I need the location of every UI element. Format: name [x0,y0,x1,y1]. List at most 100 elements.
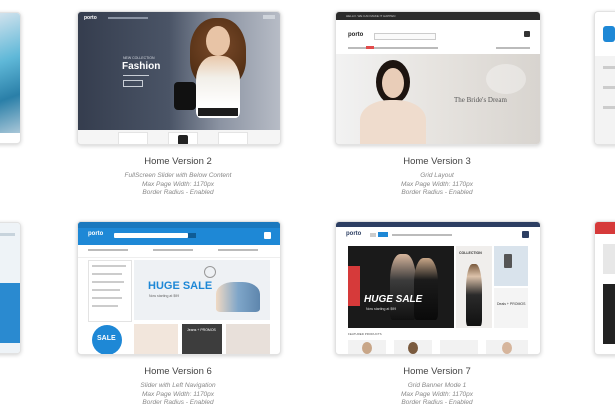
preview-thumb [218,132,248,144]
preview-headline: HUGE SALE [364,294,423,305]
preview-phone-icon [504,254,512,268]
preview-headline: The Bride's Dream [454,96,507,104]
preview-underline [123,75,149,76]
preview-menu-right [496,47,530,49]
card-description: FullScreen Slider with Below Content [124,172,232,179]
preview-product [440,340,478,354]
partial-card-left-top[interactable] [0,12,21,144]
preview-badge-text: SALE [97,335,116,342]
preview-hero: porto NEW COLLECTION Fashion [78,12,280,130]
preview-headline: HUGE SALE [148,280,213,292]
preview-model-belt [198,108,238,116]
preview-model-shoulders [360,100,426,144]
preview-banner [134,324,178,354]
preview-hero: The Bride's Dream [336,54,540,144]
preview-header: porto [336,20,540,54]
card-border-radius: Border Radius - Enabled [142,189,214,196]
preview-cart-icon [522,231,529,238]
preview-banner [226,324,270,354]
preview-collection-text: COLLECTION [459,251,482,255]
preview-stripe [348,266,360,306]
preview-topbar-text: HELLO. WE CAN MAKE IT HAPPEN [346,14,396,18]
card-border-radius: Border Radius - Enabled [142,399,214,406]
preview-cart-icon [263,15,275,19]
preview-product [394,340,432,354]
card-max-width: Max Page Width: 1170px [400,180,474,188]
preview-model-face [382,68,404,98]
preview-banner-text: Jeans + PROMOS [187,328,216,332]
preview-main-banner: HUGE SALE Now starting at $99 [348,246,454,328]
preview-menu-accent [366,46,374,49]
preview-model [466,264,482,326]
home-version-2-card[interactable]: porto NEW COLLECTION Fashion [77,11,281,145]
preview-hero: HUGE SALE Now starting at $99 [134,260,270,320]
partial-preview-body [595,234,615,354]
preview-thumb [168,132,198,144]
home-version-7-card[interactable]: porto HUGE SALE Now starting at $99 COLL… [335,221,541,355]
preview-sub: Now starting at $99 [149,294,180,298]
preview-logo: porto [84,15,97,21]
preview-model [216,282,260,312]
partial-card-right-bottom[interactable] [594,221,615,355]
preview-collection-banner: COLLECTION [456,246,492,328]
preview-thumb [118,132,148,144]
preview-search [374,33,436,40]
preview-topbar: HELLO. WE CAN MAKE IT HAPPEN [336,12,540,20]
preview-cta [123,80,143,87]
partial-preview-body [595,56,615,144]
preview-sale-badge: SALE [92,325,122,354]
card-title[interactable]: Home Version 2 [76,156,280,167]
card-description: Grid Layout [420,172,454,179]
preview-menu-accent [378,232,388,237]
preview-search [114,233,188,238]
preview-menu [348,47,438,49]
preview-logo: porto [88,231,104,237]
preview-cart-icon [524,31,530,37]
preview-eyebrow: NEW COLLECTION [123,56,155,60]
preview-search [370,233,376,237]
preview-model-face [206,26,230,56]
preview-topbar [336,222,540,227]
preview-featured-section: FEATURED PRODUCTS [336,330,540,354]
preview-feature-strip [78,245,280,258]
card-max-width: Max Page Width: 1170px [141,390,215,398]
preview-side-banner-top [494,246,528,286]
preview-product [486,340,528,354]
preview-headline: Fashion [122,61,161,72]
card-border-radius: Border Radius - Enabled [401,399,473,406]
card-max-width: Max Page Width: 1170px [400,390,474,398]
card-max-width: Max Page Width: 1170px [141,180,215,188]
partial-preview-header [595,12,615,56]
home-version-6-caption: Home Version 6 Slider with Left Navigati… [76,366,280,408]
preview-model [414,258,438,320]
preview-cart-icon [264,232,271,239]
card-description: Grid Banner Mode 1 [407,382,467,389]
partial-preview-image [0,13,20,133]
preview-banner: Jeans + PROMOS [182,324,222,354]
preview-search-button [188,233,196,238]
card-title[interactable]: Home Version 7 [335,366,539,377]
preview-clock-icon [204,266,216,278]
preview-ornament [486,64,526,94]
card-title[interactable]: Home Version 3 [335,156,539,167]
preview-menu [392,234,452,236]
preview-promo-text: Deals + PROMOS [497,302,526,306]
preview-section-title: FEATURED PRODUCTS [348,332,382,336]
partial-card-right-top[interactable] [594,11,615,145]
preview-product [348,340,386,354]
preview-logo: porto [348,32,364,38]
preview-header: porto [336,222,540,244]
preview-logo: porto [346,231,362,237]
home-version-7-caption: Home Version 7 Grid Banner Mode 1 Max Pa… [335,366,539,408]
partial-card-left-bottom[interactable] [0,222,21,354]
preview-sub: Now starting at $99 [366,307,397,311]
card-border-radius: Border Radius - Enabled [401,189,473,196]
preview-side-banner-bottom: Deals + PROMOS [494,288,528,328]
home-version-6-card[interactable]: porto HUGE SALE Now starting at $99 SALE… [77,221,281,355]
preview-nav [108,17,148,19]
home-version-3-card[interactable]: HELLO. WE CAN MAKE IT HAPPEN porto The B… [335,11,541,145]
partial-preview-image [0,223,20,353]
preview-header: porto [78,222,280,245]
preview-topbar [78,222,280,228]
card-title[interactable]: Home Version 6 [76,366,280,377]
